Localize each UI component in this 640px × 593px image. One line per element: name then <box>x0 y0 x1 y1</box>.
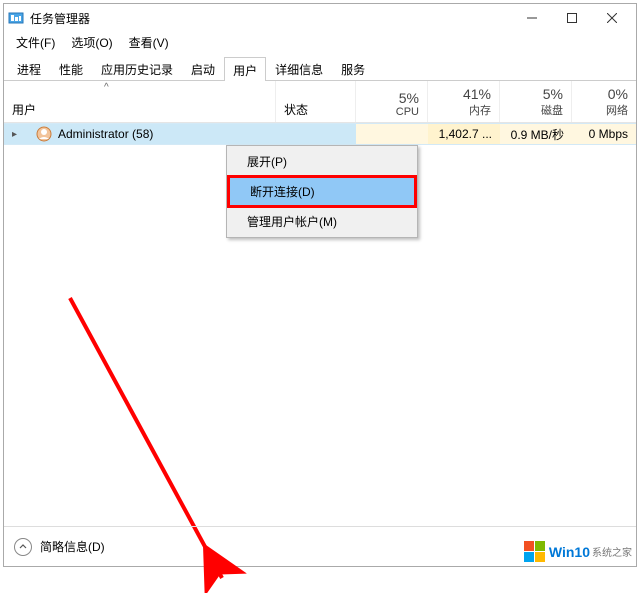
mem-label: 内存 <box>469 102 491 118</box>
cell-disk: 0.9 MB/秒 <box>500 124 572 144</box>
ctx-disconnect[interactable]: 断开连接(D) <box>230 178 414 205</box>
ctx-expand[interactable]: 展开(P) <box>229 148 415 175</box>
tab-processes[interactable]: 进程 <box>8 56 50 80</box>
app-icon <box>8 10 24 26</box>
ctx-manage-account[interactable]: 管理用户帐户(M) <box>229 208 415 235</box>
watermark-brand: Win10 <box>549 544 590 560</box>
column-user-label: 用户 <box>12 101 36 118</box>
menu-file[interactable]: 文件(F) <box>8 32 63 54</box>
menu-options[interactable]: 选项(O) <box>63 32 120 54</box>
mem-pct: 41% <box>463 86 491 102</box>
context-menu: 展开(P) 断开连接(D) 管理用户帐户(M) <box>226 145 418 238</box>
cell-memory: 1,402.7 ... <box>428 124 500 144</box>
menu-view[interactable]: 查看(V) <box>121 32 177 54</box>
tab-startup[interactable]: 启动 <box>182 56 224 80</box>
column-memory[interactable]: 41% 内存 <box>428 81 500 122</box>
user-name: Administrator (58) <box>58 127 153 141</box>
column-disk[interactable]: 5% 磁盘 <box>500 81 572 122</box>
cell-status <box>276 124 356 144</box>
annotation-highlight-box: 断开连接(D) <box>227 175 417 208</box>
column-cpu[interactable]: 5% CPU <box>356 81 428 122</box>
table-row[interactable]: ▸ Administrator (58) 1,402.7 ... 0.9 MB/… <box>4 123 636 145</box>
close-button[interactable] <box>592 6 632 30</box>
column-network[interactable]: 0% 网络 <box>572 81 636 122</box>
chevron-right-icon[interactable]: ▸ <box>12 129 24 140</box>
net-pct: 0% <box>608 86 628 102</box>
minimize-button[interactable] <box>512 6 552 30</box>
window-title: 任务管理器 <box>30 10 512 27</box>
cell-cpu <box>356 124 428 144</box>
chevron-up-circle-icon <box>14 538 32 556</box>
column-status[interactable]: 状态 <box>276 81 356 122</box>
column-user[interactable]: 用户 ^ <box>4 81 276 122</box>
tab-users[interactable]: 用户 <box>224 57 266 81</box>
brief-info-label: 简略信息(D) <box>40 538 105 555</box>
tab-performance[interactable]: 性能 <box>50 56 92 80</box>
maximize-button[interactable] <box>552 6 592 30</box>
cell-network: 0 Mbps <box>572 124 636 144</box>
user-avatar-icon <box>36 126 52 142</box>
tab-details[interactable]: 详细信息 <box>266 56 332 80</box>
disk-label: 磁盘 <box>541 102 563 118</box>
tab-apphistory[interactable]: 应用历史记录 <box>92 56 182 80</box>
sort-indicator-icon: ^ <box>104 82 109 93</box>
windows-logo-icon <box>524 541 545 562</box>
brief-info-toggle[interactable]: 简略信息(D) <box>14 538 105 556</box>
cpu-label: CPU <box>396 106 419 118</box>
tab-services[interactable]: 服务 <box>332 56 374 80</box>
disk-pct: 5% <box>543 86 563 102</box>
watermark-sub: 系统之家 <box>592 544 632 559</box>
watermark: Win10 系统之家 <box>524 541 632 562</box>
net-label: 网络 <box>606 102 628 118</box>
cpu-pct: 5% <box>399 90 419 106</box>
